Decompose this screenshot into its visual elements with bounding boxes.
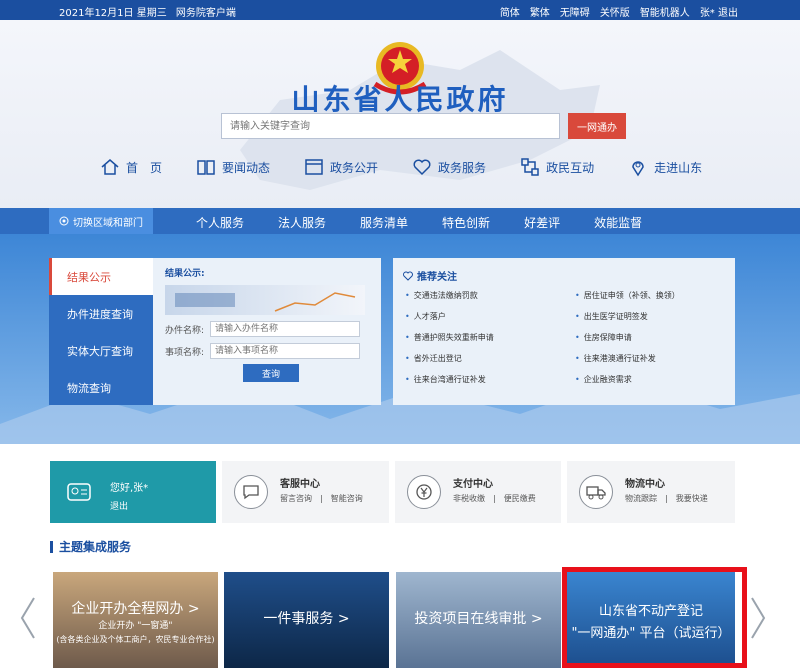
subnav-innovation[interactable]: 特色创新	[442, 214, 490, 231]
nav-home-label: 首 页	[126, 160, 163, 175]
recommend-item[interactable]: 省外迁出登记	[405, 353, 575, 364]
nav-interaction-label: 政民互动	[546, 160, 595, 175]
pay-center-links[interactable]: 非税收缴 | 便民缴费	[453, 493, 536, 504]
field1-label: 办件名称:	[165, 325, 205, 336]
switch-region-button[interactable]: 切换区域和部门	[49, 208, 153, 234]
recommend-item[interactable]: 企业融资需求	[575, 374, 725, 385]
logistics-center-title: 物流中心	[625, 479, 665, 490]
map-pin-icon	[632, 161, 644, 177]
theme-section-title: 主题集成服务	[50, 541, 131, 553]
logistics-center-links[interactable]: 物流跟踪 | 我要快递	[625, 493, 708, 504]
case-name-input[interactable]	[210, 321, 361, 337]
service-center-card[interactable]: 客服中心 留言咨询 | 智能咨询	[222, 461, 389, 523]
banner-one-thing-title: 一件事服务 >	[263, 611, 350, 627]
nav-home[interactable]: 首 页	[100, 155, 162, 179]
field2-label: 事项名称:	[165, 347, 205, 358]
search-button[interactable]: 一网通办	[568, 113, 626, 139]
site-title: 山东省人民政府	[291, 83, 509, 116]
banner-enterprise-setup[interactable]: 企业开办全程网办 > 企业开办 "一窗通" (含各类企业及个体工商户，农民专业合…	[53, 572, 218, 668]
logistics-center-card[interactable]: 物流中心 物流跟踪 | 我要快递	[567, 461, 735, 523]
service-center-links[interactable]: 留言咨询 | 智能咨询	[280, 493, 363, 504]
recommend-item[interactable]: 出生医学证明签发	[575, 311, 725, 322]
user-logout-link[interactable]: 张* 退出	[700, 4, 738, 19]
nav-service-label: 政务服务	[438, 160, 487, 175]
banner-enterprise-sub2: (含各类企业及个体工商户，农民专业合作社)	[56, 635, 215, 644]
search-input[interactable]	[221, 113, 560, 139]
tab-progress-query[interactable]: 办件进度查询	[49, 295, 153, 332]
subnav-personal[interactable]: 个人服务	[196, 214, 244, 231]
recommend-title: 推荐关注	[403, 268, 457, 283]
yen-icon	[407, 475, 441, 509]
chevron-left-icon[interactable]	[18, 596, 38, 640]
sub-nav: 切换区域和部门 个人服务 法人服务 服务清单 特色创新 好差评 效能监督	[0, 208, 800, 234]
tab-logistics-query[interactable]: 物流查询	[49, 369, 153, 406]
switch-region-label: 切换区域和部门	[73, 217, 143, 229]
chevron-right-icon[interactable]	[748, 596, 768, 640]
banner-investment-title: 投资项目在线审批 >	[414, 611, 543, 627]
truck-icon	[579, 475, 613, 509]
simplified-link[interactable]: 简体	[500, 4, 520, 19]
recommend-item[interactable]: 交通违法缴纳罚款	[405, 290, 575, 301]
tab-result-public[interactable]: 结果公示	[49, 258, 153, 295]
pay-center-title: 支付中心	[453, 479, 493, 490]
nav-public[interactable]: 政务公开	[304, 155, 378, 179]
banner-enterprise-title: 企业开办全程网办 >	[71, 601, 200, 617]
home-icon	[101, 159, 119, 175]
nav-news-label: 要闻动态	[222, 160, 271, 175]
pay-center-card[interactable]: 支付中心 非税收缴 | 便民缴费	[395, 461, 561, 523]
query-panel: 结果公示 办件进度查询 实体大厅查询 物流查询 结果公示: 办件名称: 事项名称…	[49, 258, 381, 405]
banner-one-thing[interactable]: 一件事服务 >	[224, 572, 389, 668]
item-name-input[interactable]	[210, 343, 361, 359]
service-center-title: 客服中心	[280, 479, 320, 490]
nav-interaction[interactable]: 政民互动	[520, 155, 594, 179]
banner-investment[interactable]: 投资项目在线审批 >	[396, 572, 561, 668]
recommend-item[interactable]: 往来台湾通行证补发	[405, 374, 575, 385]
user-greeting: 您好,张*	[110, 483, 149, 494]
id-card-icon	[62, 475, 96, 509]
recommend-item[interactable]: 居住证申领（补领、换领）	[575, 290, 725, 301]
query-tabs: 结果公示 办件进度查询 实体大厅查询 物流查询	[49, 258, 153, 405]
heart-icon	[413, 159, 431, 176]
recommend-panel: 推荐关注 交通违法缴纳罚款 居住证申领（补领、换领） 人才落户 出生医学证明签发…	[393, 258, 735, 405]
chat-icon	[234, 475, 268, 509]
network-icon	[521, 158, 539, 176]
logout-link[interactable]: 退出	[110, 499, 128, 512]
banner-enterprise-sub1: 企业开办 "一窗通"	[98, 621, 173, 631]
subnav-supervision[interactable]: 效能监督	[594, 214, 642, 231]
top-bar: 2021年12月1日 星期三 网务院客户端 简体 繁体 无障碍 关怀版 智能机器…	[0, 0, 800, 20]
query-title: 结果公示:	[165, 269, 205, 279]
location-icon	[59, 216, 69, 226]
traditional-link[interactable]: 繁体	[530, 4, 550, 19]
care-mode-link[interactable]: 关怀版	[600, 4, 630, 19]
book-icon	[197, 160, 215, 175]
nav-service[interactable]: 政务服务	[412, 155, 486, 179]
client-link[interactable]: 网务院客户端	[176, 8, 236, 19]
window-icon	[305, 159, 323, 175]
nav-news[interactable]: 要闻动态	[196, 155, 270, 179]
accessibility-link[interactable]: 无障碍	[560, 4, 590, 19]
nav-shandong[interactable]: 走进山东	[628, 155, 702, 179]
subnav-list[interactable]: 服务清单	[360, 214, 408, 231]
recommend-item[interactable]: 往来港澳通行证补发	[575, 353, 725, 364]
date-text: 2021年12月1日 星期三	[59, 8, 167, 19]
nav-shandong-label: 走进山东	[654, 160, 703, 175]
nav-public-label: 政务公开	[330, 160, 379, 175]
query-button[interactable]: 查询	[243, 364, 299, 382]
recommend-item[interactable]: 住房保障申请	[575, 332, 725, 343]
recommend-item[interactable]: 人才落户	[405, 311, 575, 322]
highlight-box	[562, 567, 747, 668]
heart-outline-icon	[403, 271, 413, 281]
user-card[interactable]: 您好,张* 退出	[50, 461, 216, 523]
main-nav: 首 页 要闻动态 政务公开 政务服务 政民互动 走进山东	[100, 155, 736, 179]
tab-hall-query[interactable]: 实体大厅查询	[49, 332, 153, 369]
recommend-item[interactable]: 普通护照失效重新申请	[405, 332, 575, 343]
robot-link[interactable]: 智能机器人	[640, 4, 690, 19]
chart-banner-image	[165, 285, 365, 315]
recommend-title-text: 推荐关注	[417, 272, 457, 283]
subnav-legal[interactable]: 法人服务	[278, 214, 326, 231]
subnav-rating[interactable]: 好差评	[524, 214, 560, 231]
